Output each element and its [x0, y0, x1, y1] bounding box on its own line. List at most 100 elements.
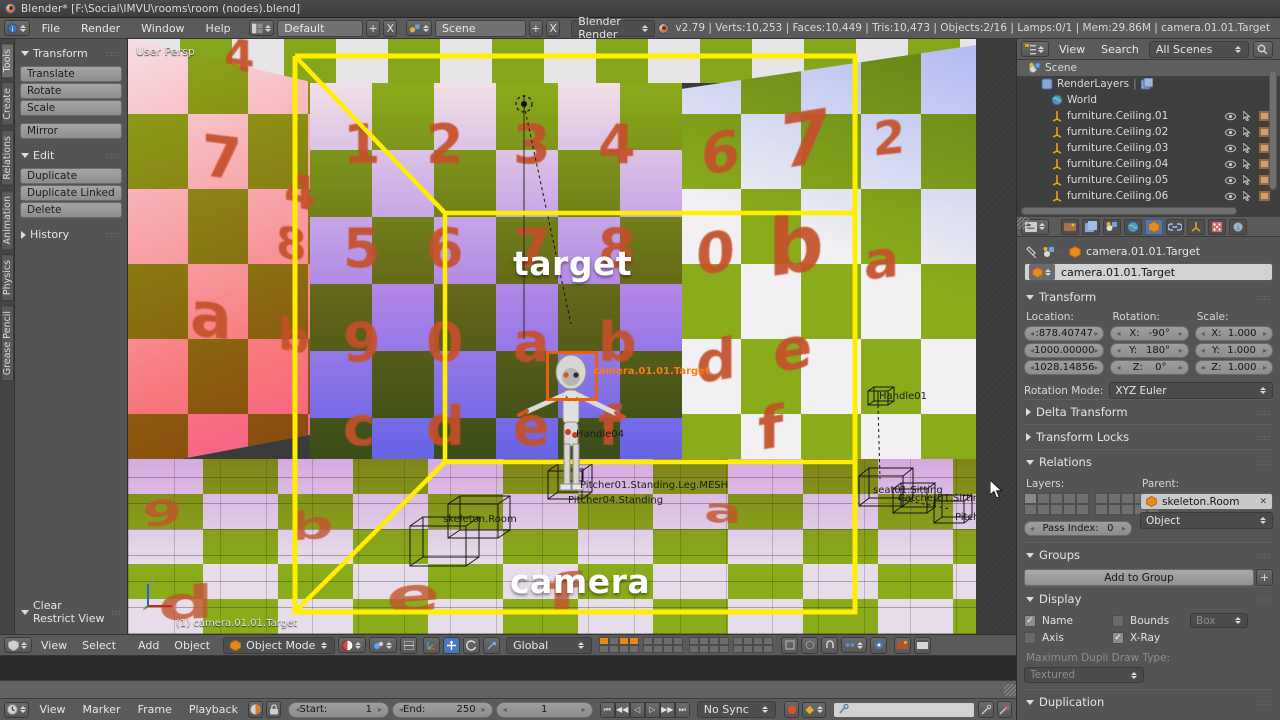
rotation-y-field[interactable]: ◂ Y: 180° ▸	[1110, 343, 1189, 358]
insert-keyframe-button[interactable]	[978, 701, 994, 718]
outliner-row-furniture-ceiling-03[interactable]: furniture.Ceiling.03	[1017, 140, 1280, 156]
viewport-menu-add[interactable]: Add	[132, 637, 165, 654]
orientation-spinner[interactable]	[578, 639, 585, 652]
layer-cell[interactable]	[663, 645, 674, 653]
layer-cell[interactable]	[599, 637, 610, 645]
scale-x-field[interactable]: ◂ X: 1.000 ▸	[1194, 326, 1274, 341]
interaction-mode-select[interactable]: Object Mode	[223, 636, 336, 654]
outliner-row-world[interactable]: World	[1017, 92, 1280, 108]
layer-cell[interactable]	[1108, 493, 1121, 504]
scene-icon[interactable]	[1043, 246, 1055, 258]
panel-header-edit[interactable]: Edit ::::	[20, 146, 122, 165]
play-button[interactable]: ▷	[644, 701, 660, 718]
duplicate-button[interactable]: Duplicate	[20, 168, 122, 184]
layer-cell[interactable]	[1050, 493, 1063, 504]
layer-cell[interactable]	[763, 645, 774, 653]
start-frame-field[interactable]: ◂ Start: 1 ▸	[288, 701, 390, 718]
cursor-select-icon[interactable]	[1243, 111, 1252, 121]
render-button[interactable]	[894, 636, 912, 654]
jump-to-end-button[interactable]: ⏭	[674, 701, 690, 718]
render-animation-button[interactable]	[914, 636, 932, 654]
parent-object-field[interactable]: skeleton.Room ✕	[1140, 493, 1273, 510]
section-header-delta-transform[interactable]: Delta Transform ::::	[1024, 399, 1273, 424]
scene-layers-widget[interactable]	[599, 637, 774, 653]
active-keying-set-field[interactable]	[833, 701, 976, 718]
properties-tab-render-layers[interactable]	[1082, 218, 1100, 235]
editor-type-timeline-button[interactable]	[4, 701, 30, 718]
layer-cell[interactable]	[609, 645, 620, 653]
cursor-select-icon[interactable]	[1243, 127, 1252, 137]
outliner-row-furniture-ceiling-05[interactable]: furniture.Ceiling.05	[1017, 172, 1280, 188]
auto-keyframe-button[interactable]	[247, 701, 264, 718]
properties-tab-object-data[interactable]	[1187, 218, 1205, 235]
viewport-menu-view[interactable]: View	[35, 637, 73, 654]
layer-cell[interactable]	[743, 645, 754, 653]
translate-button[interactable]: Translate	[20, 66, 122, 82]
layer-cell[interactable]	[1108, 504, 1121, 515]
layer-cell[interactable]	[709, 637, 720, 645]
layer-cell[interactable]	[1063, 493, 1076, 504]
delete-button[interactable]: Delete	[20, 202, 122, 218]
pivot-center-toggle[interactable]	[400, 636, 418, 654]
layer-cell[interactable]	[663, 637, 674, 645]
play-reverse-button[interactable]: ◁	[629, 701, 645, 718]
outliner-menu-view[interactable]: View	[1053, 41, 1091, 58]
tab-animation[interactable]: Animation	[1, 189, 14, 251]
layer-cell[interactable]	[1037, 504, 1050, 515]
eye-icon[interactable]	[1225, 112, 1236, 121]
rotate-manipulator-button[interactable]	[463, 636, 481, 654]
layer-cell[interactable]	[699, 645, 710, 653]
parent-type-spinner[interactable]	[1260, 514, 1267, 527]
editor-type-outliner-button[interactable]	[1021, 41, 1049, 57]
layer-cell[interactable]	[609, 637, 620, 645]
next-keyframe-button[interactable]: ▶▶	[659, 701, 675, 718]
eye-icon[interactable]	[1225, 192, 1236, 201]
current-frame-field[interactable]: ◂ 1 ▸	[495, 701, 593, 718]
proportional-edit-button[interactable]	[841, 637, 868, 653]
layer-cell[interactable]	[719, 637, 730, 645]
outliner-row-scene[interactable]: Scene	[1017, 60, 1280, 76]
properties-tab-world[interactable]	[1124, 218, 1142, 235]
object-name-field[interactable]: camera.01.01.Target	[1024, 263, 1273, 281]
layer-cell[interactable]	[699, 637, 710, 645]
layer-cell[interactable]	[653, 637, 664, 645]
mirror-button[interactable]: Mirror	[20, 123, 122, 139]
location-y-field[interactable]: ◂ 1000.00000 ▸	[1024, 343, 1105, 358]
layer-cell[interactable]	[1095, 504, 1108, 515]
rotation-z-field[interactable]: ◂ Z: 0° ▸	[1110, 360, 1189, 375]
render-preview-button[interactable]	[801, 636, 819, 654]
section-header-display[interactable]: Display ::::	[1024, 586, 1273, 611]
layer-cell[interactable]	[673, 637, 684, 645]
sync-mode-select[interactable]: No Sync	[696, 701, 777, 718]
proportional-spinner[interactable]	[856, 639, 864, 652]
layer-cell[interactable]	[1050, 504, 1063, 515]
clear-parent-icon[interactable]: ✕	[1259, 497, 1267, 507]
layer-cell[interactable]	[689, 637, 700, 645]
cursor-select-icon[interactable]	[1243, 191, 1252, 201]
panel-header-clear-restrict-view[interactable]: Clear Restrict View :::	[20, 596, 123, 628]
tab-relations[interactable]: Relations	[1, 129, 14, 186]
add-to-group-button[interactable]: Add to Group	[1024, 569, 1254, 586]
rotate-button[interactable]: Rotate	[20, 83, 122, 99]
scale-y-field[interactable]: ◂ Y: 1.000 ▸	[1194, 343, 1274, 358]
layer-cell[interactable]	[709, 645, 720, 653]
editor-type-3dview-button[interactable]	[4, 637, 32, 653]
section-header-relations[interactable]: Relations ::::	[1024, 449, 1273, 474]
screen-layout-icon-button[interactable]	[248, 20, 275, 36]
tab-grease-pencil[interactable]: Grease Pencil	[1, 305, 14, 382]
layer-cell[interactable]	[1024, 504, 1037, 515]
object-layers-widget[interactable]	[1024, 493, 1160, 515]
scale-manipulator-button[interactable]	[483, 636, 501, 654]
properties-tab-material[interactable]	[1229, 218, 1247, 235]
outliner-vertical-scrollbar[interactable]	[1269, 70, 1277, 190]
scale-z-field[interactable]: ◂ Z: 1.000 ▸	[1194, 360, 1274, 375]
cursor-select-icon[interactable]	[1243, 143, 1252, 153]
properties-tab-scene[interactable]	[1103, 218, 1121, 235]
checkbox-name[interactable]: ✓	[1024, 614, 1036, 627]
checkbox-bounds[interactable]	[1112, 614, 1124, 627]
outliner-horizontal-scrollbar[interactable]	[1021, 207, 1237, 215]
viewport-shading-button[interactable]	[338, 637, 367, 653]
3d-viewport[interactable]: 7 a 4 8 b 4 1 2 3 4 5 6 7 8 9 0 a b c d	[128, 39, 1016, 634]
dupli-draw-spinner[interactable]	[1131, 669, 1138, 682]
layer-cell[interactable]	[753, 637, 764, 645]
